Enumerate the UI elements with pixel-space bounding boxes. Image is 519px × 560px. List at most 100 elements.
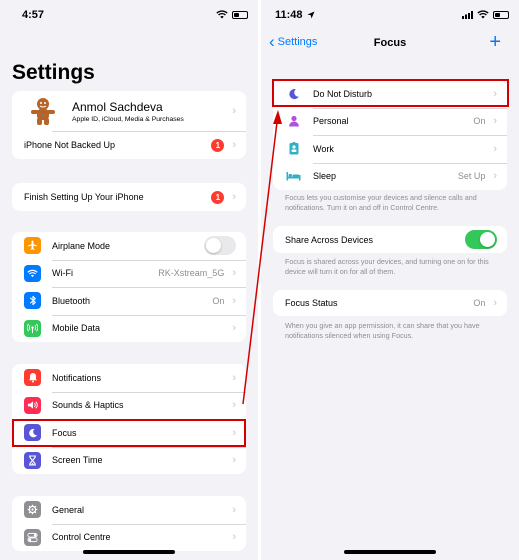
profile-name: Anmol Sachdeva [72,99,163,114]
finish-setup-row[interactable]: Finish Setting Up Your iPhone 1 › [12,183,246,211]
wifi-icon [24,264,41,282]
wifi-status-icon [216,10,228,19]
battery-icon [493,10,509,19]
finish-setup-label: Finish Setting Up Your iPhone [24,192,144,202]
general-row[interactable]: General › [12,496,246,524]
chevron-right-icon: › [493,170,497,183]
chevron-right-icon: › [493,115,497,128]
focus-footer: Focus lets you customise your devices an… [285,193,477,212]
focus-highlight-box [12,419,246,447]
chevron-right-icon: › [232,294,236,307]
status-footer: When you give an app permission, it can … [285,321,480,340]
control-centre-row[interactable]: Control Centre › [12,523,246,552]
connectivity-group: Airplane Mode Wi-Fi RK-Xstream_5G › Blue… [12,232,246,342]
do-not-disturb-highlight-box [272,79,509,107]
general-group: General › Control Centre › [12,496,246,551]
status-indicators [462,10,509,19]
share-across-devices-toggle[interactable] [465,230,497,249]
bluetooth-label: Bluetooth [52,295,91,306]
backup-row[interactable]: iPhone Not Backed Up 1 › [12,131,246,159]
status-time: 4:57 [22,9,45,21]
mobile-data-row[interactable]: Mobile Data › [12,314,246,343]
general-label: General [52,504,85,515]
nav-title: Focus [373,37,407,49]
chevron-right-icon: › [232,371,236,384]
bluetooth-value: On [212,295,225,306]
notification-badge: 1 [211,190,225,204]
settings-screen: 4:57 Settings Anmol Sachdeva Apple ID, i… [0,0,258,560]
sleep-value: Set Up [457,171,486,182]
airplane-mode-row: Airplane Mode [12,232,246,260]
notifications-row[interactable]: Notifications › [12,364,246,392]
badge-icon [285,140,302,157]
personal-label: Personal [313,116,349,127]
airplane-mode-label: Airplane Mode [52,240,111,251]
page-title: Settings [12,61,95,84]
home-indicator [344,550,436,554]
share-across-devices-label: Share Across Devices [285,234,374,245]
share-across-devices-row: Share Across Devices [273,226,507,253]
personal-row[interactable]: Personal On › [273,107,507,136]
avatar [28,96,58,126]
add-focus-button[interactable]: + [489,31,501,54]
sounds-haptics-row[interactable]: Sounds & Haptics › [12,391,246,420]
sleep-label: Sleep [313,171,337,182]
chevron-right-icon: › [232,191,236,203]
chevron-right-icon: › [232,322,236,335]
switches-icon [24,528,41,546]
work-label: Work [313,143,334,154]
focus-status-label: Focus Status [285,298,338,308]
focus-status-row[interactable]: Focus Status On › [273,290,507,316]
mobile-data-label: Mobile Data [52,323,101,334]
work-row[interactable]: Work › [273,135,507,163]
sleep-row[interactable]: Sleep Set Up › [273,162,507,191]
wifi-row[interactable]: Wi-Fi RK-Xstream_5G › [12,259,246,288]
wifi-status-icon [477,10,489,19]
sounds-haptics-label: Sounds & Haptics [52,400,124,411]
chevron-right-icon: › [493,142,497,155]
chevron-right-icon: › [232,139,236,151]
bluetooth-row[interactable]: Bluetooth On › [12,287,246,315]
profile-group: Anmol Sachdeva Apple ID, iCloud, Media &… [12,91,246,159]
home-indicator [83,550,175,554]
signal-icon [462,10,473,19]
status-time: 11:48 [275,9,303,21]
bed-icon [285,168,302,185]
control-centre-label: Control Centre [52,532,111,543]
chevron-right-icon: › [232,503,236,516]
status-bar: 4:57 [0,0,258,30]
setup-group: Finish Setting Up Your iPhone 1 › [12,183,246,211]
battery-icon [232,10,248,19]
location-icon [307,11,315,19]
status-group: Focus Status On › [273,290,507,316]
backup-label: iPhone Not Backed Up [24,140,116,150]
notifications-label: Notifications [52,372,102,383]
chevron-right-icon: › [232,267,236,280]
person-icon [285,113,302,130]
airplane-icon [24,237,41,255]
notification-badge: 1 [211,138,225,152]
gear-icon [24,501,41,519]
chevron-right-icon: › [232,105,236,117]
chevron-right-icon: › [493,297,497,309]
bluetooth-icon [24,292,41,310]
wifi-label: Wi-Fi [52,268,73,279]
wifi-value: RK-Xstream_5G [158,268,225,279]
speaker-icon [24,396,41,414]
focus-status-value: On [473,298,486,308]
apple-id-row[interactable]: Anmol Sachdeva Apple ID, iCloud, Media &… [12,91,246,131]
airplane-mode-toggle[interactable] [204,236,236,256]
status-indicators [216,10,248,19]
chevron-right-icon: › [232,531,236,544]
hourglass-icon [24,451,41,469]
chevron-right-icon: › [232,454,236,467]
status-bar: 11:48 [261,0,519,30]
share-footer: Focus is shared across your devices, and… [285,257,489,276]
share-group: Share Across Devices [273,226,507,253]
personal-value: On [473,116,486,127]
bell-icon [24,369,41,387]
screen-time-row[interactable]: Screen Time › [12,446,246,475]
screen-time-label: Screen Time [52,455,103,466]
antenna-icon [24,319,41,337]
profile-subtitle: Apple ID, iCloud, Media & Purchases [72,115,184,123]
